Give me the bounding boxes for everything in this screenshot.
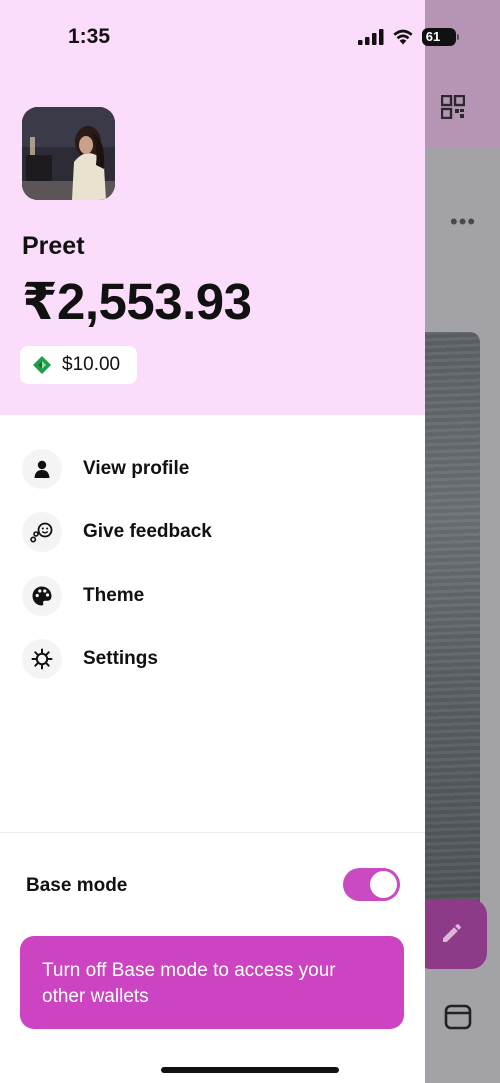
menu-item-settings[interactable]: Settings	[22, 637, 402, 681]
menu-item-theme[interactable]: Theme	[22, 574, 402, 618]
divider	[0, 832, 425, 833]
base-mode-banner[interactable]: Turn off Base mode to access your other …	[20, 936, 404, 1029]
tabs-icon[interactable]	[444, 1004, 472, 1030]
palette-icon	[22, 576, 62, 616]
banner-text: Turn off Base mode to access your other …	[42, 960, 336, 1007]
menu-item-give-feedback[interactable]: Give feedback	[22, 510, 402, 554]
side-drawer: Preet ₹2,553.93 $10.00 View profile Give…	[0, 0, 425, 1083]
battery-level: 61	[425, 29, 441, 44]
profile-name: Preet	[22, 232, 85, 260]
menu-item-view-profile[interactable]: View profile	[22, 447, 402, 491]
menu-item-label: View profile	[83, 458, 190, 479]
wallet-balance: ₹2,553.93	[22, 273, 252, 330]
gear-icon	[22, 639, 62, 679]
token-balance-chip[interactable]: $10.00	[20, 346, 137, 384]
base-mode-label: Base mode	[26, 875, 128, 896]
battery-icon: 61	[422, 28, 459, 46]
menu-item-label: Settings	[83, 648, 158, 669]
cellular-signal-icon	[358, 29, 384, 45]
base-mode-toggle[interactable]	[343, 868, 400, 901]
avatar[interactable]	[22, 107, 115, 200]
avatar-photo	[22, 107, 115, 200]
feedback-icon	[22, 512, 62, 552]
status-time: 1:35	[68, 25, 111, 48]
qr-code-icon[interactable]	[441, 95, 465, 119]
toggle-knob	[370, 871, 397, 898]
token-balance-value: $10.00	[62, 354, 121, 375]
menu-item-label: Theme	[83, 585, 145, 606]
menu-item-label: Give feedback	[83, 521, 212, 542]
wifi-icon	[393, 29, 413, 45]
more-dots-icon[interactable]: •••	[450, 211, 476, 233]
status-bar: 1:35 61	[0, 0, 500, 56]
person-icon	[22, 449, 62, 489]
token-diamond-icon	[33, 356, 51, 374]
home-indicator[interactable]	[161, 1067, 339, 1073]
edit-pencil-icon	[443, 923, 462, 942]
